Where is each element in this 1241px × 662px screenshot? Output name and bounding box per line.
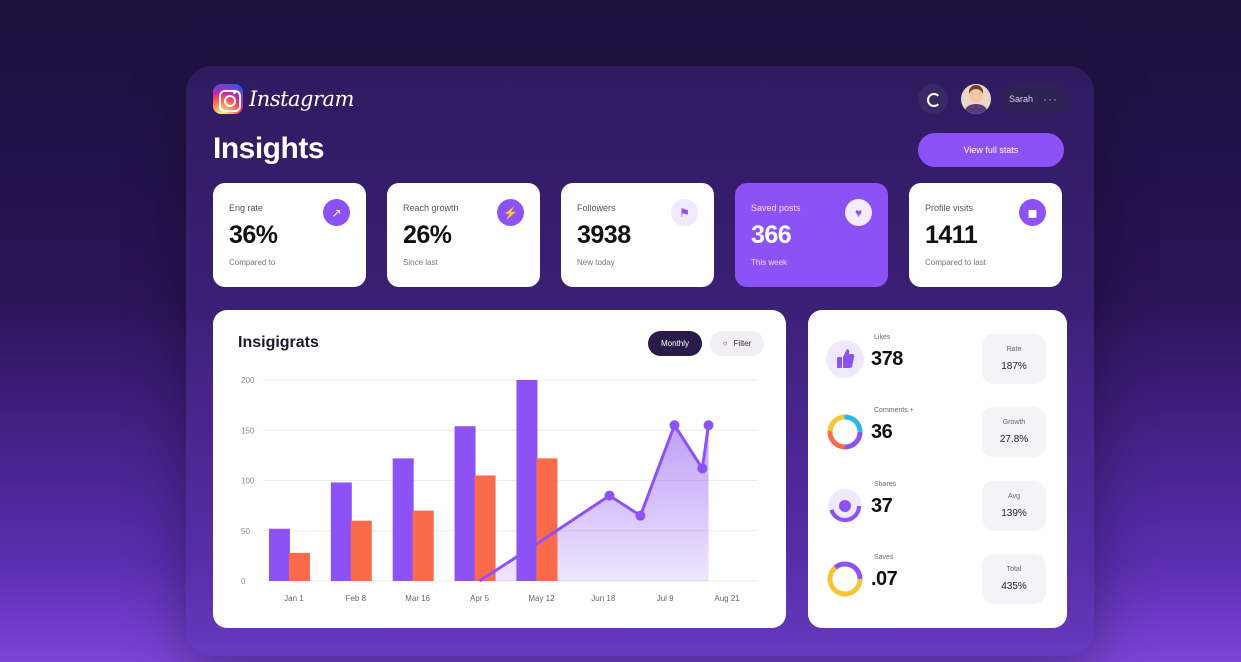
list-item-stat-label: Avg — [1008, 493, 1020, 500]
list-item-value: 36 — [871, 421, 893, 443]
stat-card-engagement[interactable]: Eng rate 36% Compared to ↗ — [213, 183, 366, 287]
user-name: Sarah — [1009, 94, 1034, 104]
list-item-label: Saves — [874, 554, 894, 561]
list-item-stat-value: 27.8% — [999, 434, 1029, 445]
chart-icon: ↗ — [323, 199, 350, 226]
search-icon: ○ — [722, 339, 728, 348]
bar — [268, 528, 290, 581]
filter-chip[interactable]: ○ Filter — [710, 331, 764, 356]
list-item-stat-value: 139% — [1001, 508, 1027, 519]
user-menu[interactable]: Sarah ··· — [1001, 85, 1069, 113]
page-title: Insights — [213, 132, 325, 165]
brand[interactable]: Instagram — [213, 84, 354, 114]
list-item-stat: Rate 187% — [982, 334, 1046, 384]
list-item-label: Comments + — [874, 407, 914, 414]
list-item-stat: Growth 27.8% — [982, 407, 1046, 457]
chart-title: Insigigrats — [238, 334, 319, 351]
more-icon[interactable]: ··· — [1043, 92, 1058, 106]
engagement-list-card: Likes 378 Rate 187% Comments + 36 Growth… — [808, 310, 1067, 628]
insights-chart-card: 0 50 100 150 200 Jan 1 Feb 8 Mar 16 Apr 5 May 12 J… — [213, 310, 786, 628]
avatar[interactable] — [961, 84, 991, 114]
list-item-label: Likes — [874, 334, 891, 341]
ring-chart-icon — [827, 414, 863, 450]
x-tick-label: Jul 9 — [657, 594, 674, 603]
list-item-stat: Avg 139% — [982, 481, 1046, 531]
stat-card-visits[interactable]: Profile visits 1411 Compared to last ◼ — [909, 183, 1062, 287]
y-tick-label: 100 — [241, 477, 255, 486]
filter-chip-label: Filter — [733, 339, 752, 348]
list-item-stat-label: Total — [1006, 566, 1022, 573]
insights-chart: 0 50 100 150 200 Jan 1 Feb 8 Mar 16 Apr 5 May 12 J… — [241, 376, 758, 603]
x-tick-label: May 12 — [528, 594, 555, 603]
thumbs-up-icon — [826, 340, 864, 378]
refresh-icon[interactable] — [918, 84, 948, 114]
stat-subtext: New today — [577, 258, 615, 267]
list-item-label: Shares — [874, 481, 897, 488]
stat-card-saved[interactable]: Saved posts 366 This week ♥ — [735, 183, 888, 287]
list-item[interactable]: Comments + 36 Growth 27.8% — [826, 407, 1048, 457]
y-tick-label: 50 — [241, 527, 250, 536]
bar — [330, 482, 352, 581]
bar — [474, 475, 496, 581]
line-point — [604, 490, 615, 501]
x-tick-label: Jun 18 — [591, 594, 616, 603]
monthly-filter-chip[interactable]: Monthly — [648, 331, 702, 356]
y-tick-label: 200 — [241, 376, 255, 385]
list-item-stat-value: 435% — [1001, 581, 1027, 592]
heart-icon: ♥ — [845, 199, 872, 226]
bar — [454, 426, 476, 581]
stat-subtext: Compared to — [229, 258, 276, 267]
line-point — [697, 463, 708, 474]
view-stats-button[interactable]: View full stats — [918, 133, 1064, 167]
list-item-stat: Total 435% — [982, 554, 1046, 604]
list-item-value: .07 — [871, 568, 898, 590]
list-item[interactable]: Saves .07 Total 435% — [826, 554, 1048, 604]
donut-icon — [827, 561, 863, 597]
stat-card-reach[interactable]: Reach growth 26% Since last ⚡ — [387, 183, 540, 287]
stat-subtext: This week — [751, 258, 788, 267]
list-item[interactable]: Shares 37 Avg 139% — [826, 481, 1048, 531]
line-point — [703, 420, 714, 431]
y-tick-label: 150 — [241, 426, 255, 435]
stat-subtext: Since last — [403, 258, 438, 267]
target-icon — [828, 489, 862, 523]
bar — [350, 520, 372, 581]
x-tick-label: Apr 5 — [470, 594, 490, 603]
list-item-stat-label: Growth — [1002, 419, 1026, 426]
list-item-value: 378 — [871, 348, 903, 370]
list-item-value: 37 — [871, 495, 893, 517]
x-tick-label: Aug 21 — [714, 594, 740, 603]
user-icon: ◼ — [1019, 199, 1046, 226]
x-tick-label: Mar 16 — [405, 594, 430, 603]
bar — [288, 552, 310, 581]
bar — [412, 510, 434, 581]
instagram-logo-icon — [213, 84, 243, 114]
line-point — [669, 420, 680, 431]
x-tick-label: Jan 1 — [284, 594, 304, 603]
list-item-stat-value: 187% — [1001, 361, 1027, 372]
list-item[interactable]: Likes 378 Rate 187% — [826, 334, 1048, 384]
bolt-icon: ⚡ — [497, 199, 524, 226]
flag-icon: ⚑ — [671, 199, 698, 226]
stat-card-followers[interactable]: Followers 3938 New today ⚑ — [561, 183, 714, 287]
list-item-stat-label: Rate — [1006, 346, 1022, 353]
brand-name: Instagram — [249, 87, 354, 111]
stat-subtext: Compared to last — [925, 258, 986, 267]
x-tick-label: Feb 8 — [346, 594, 367, 603]
bar — [392, 458, 414, 581]
y-tick-label: 0 — [241, 577, 246, 586]
bar — [536, 458, 558, 581]
line-point — [635, 510, 646, 521]
